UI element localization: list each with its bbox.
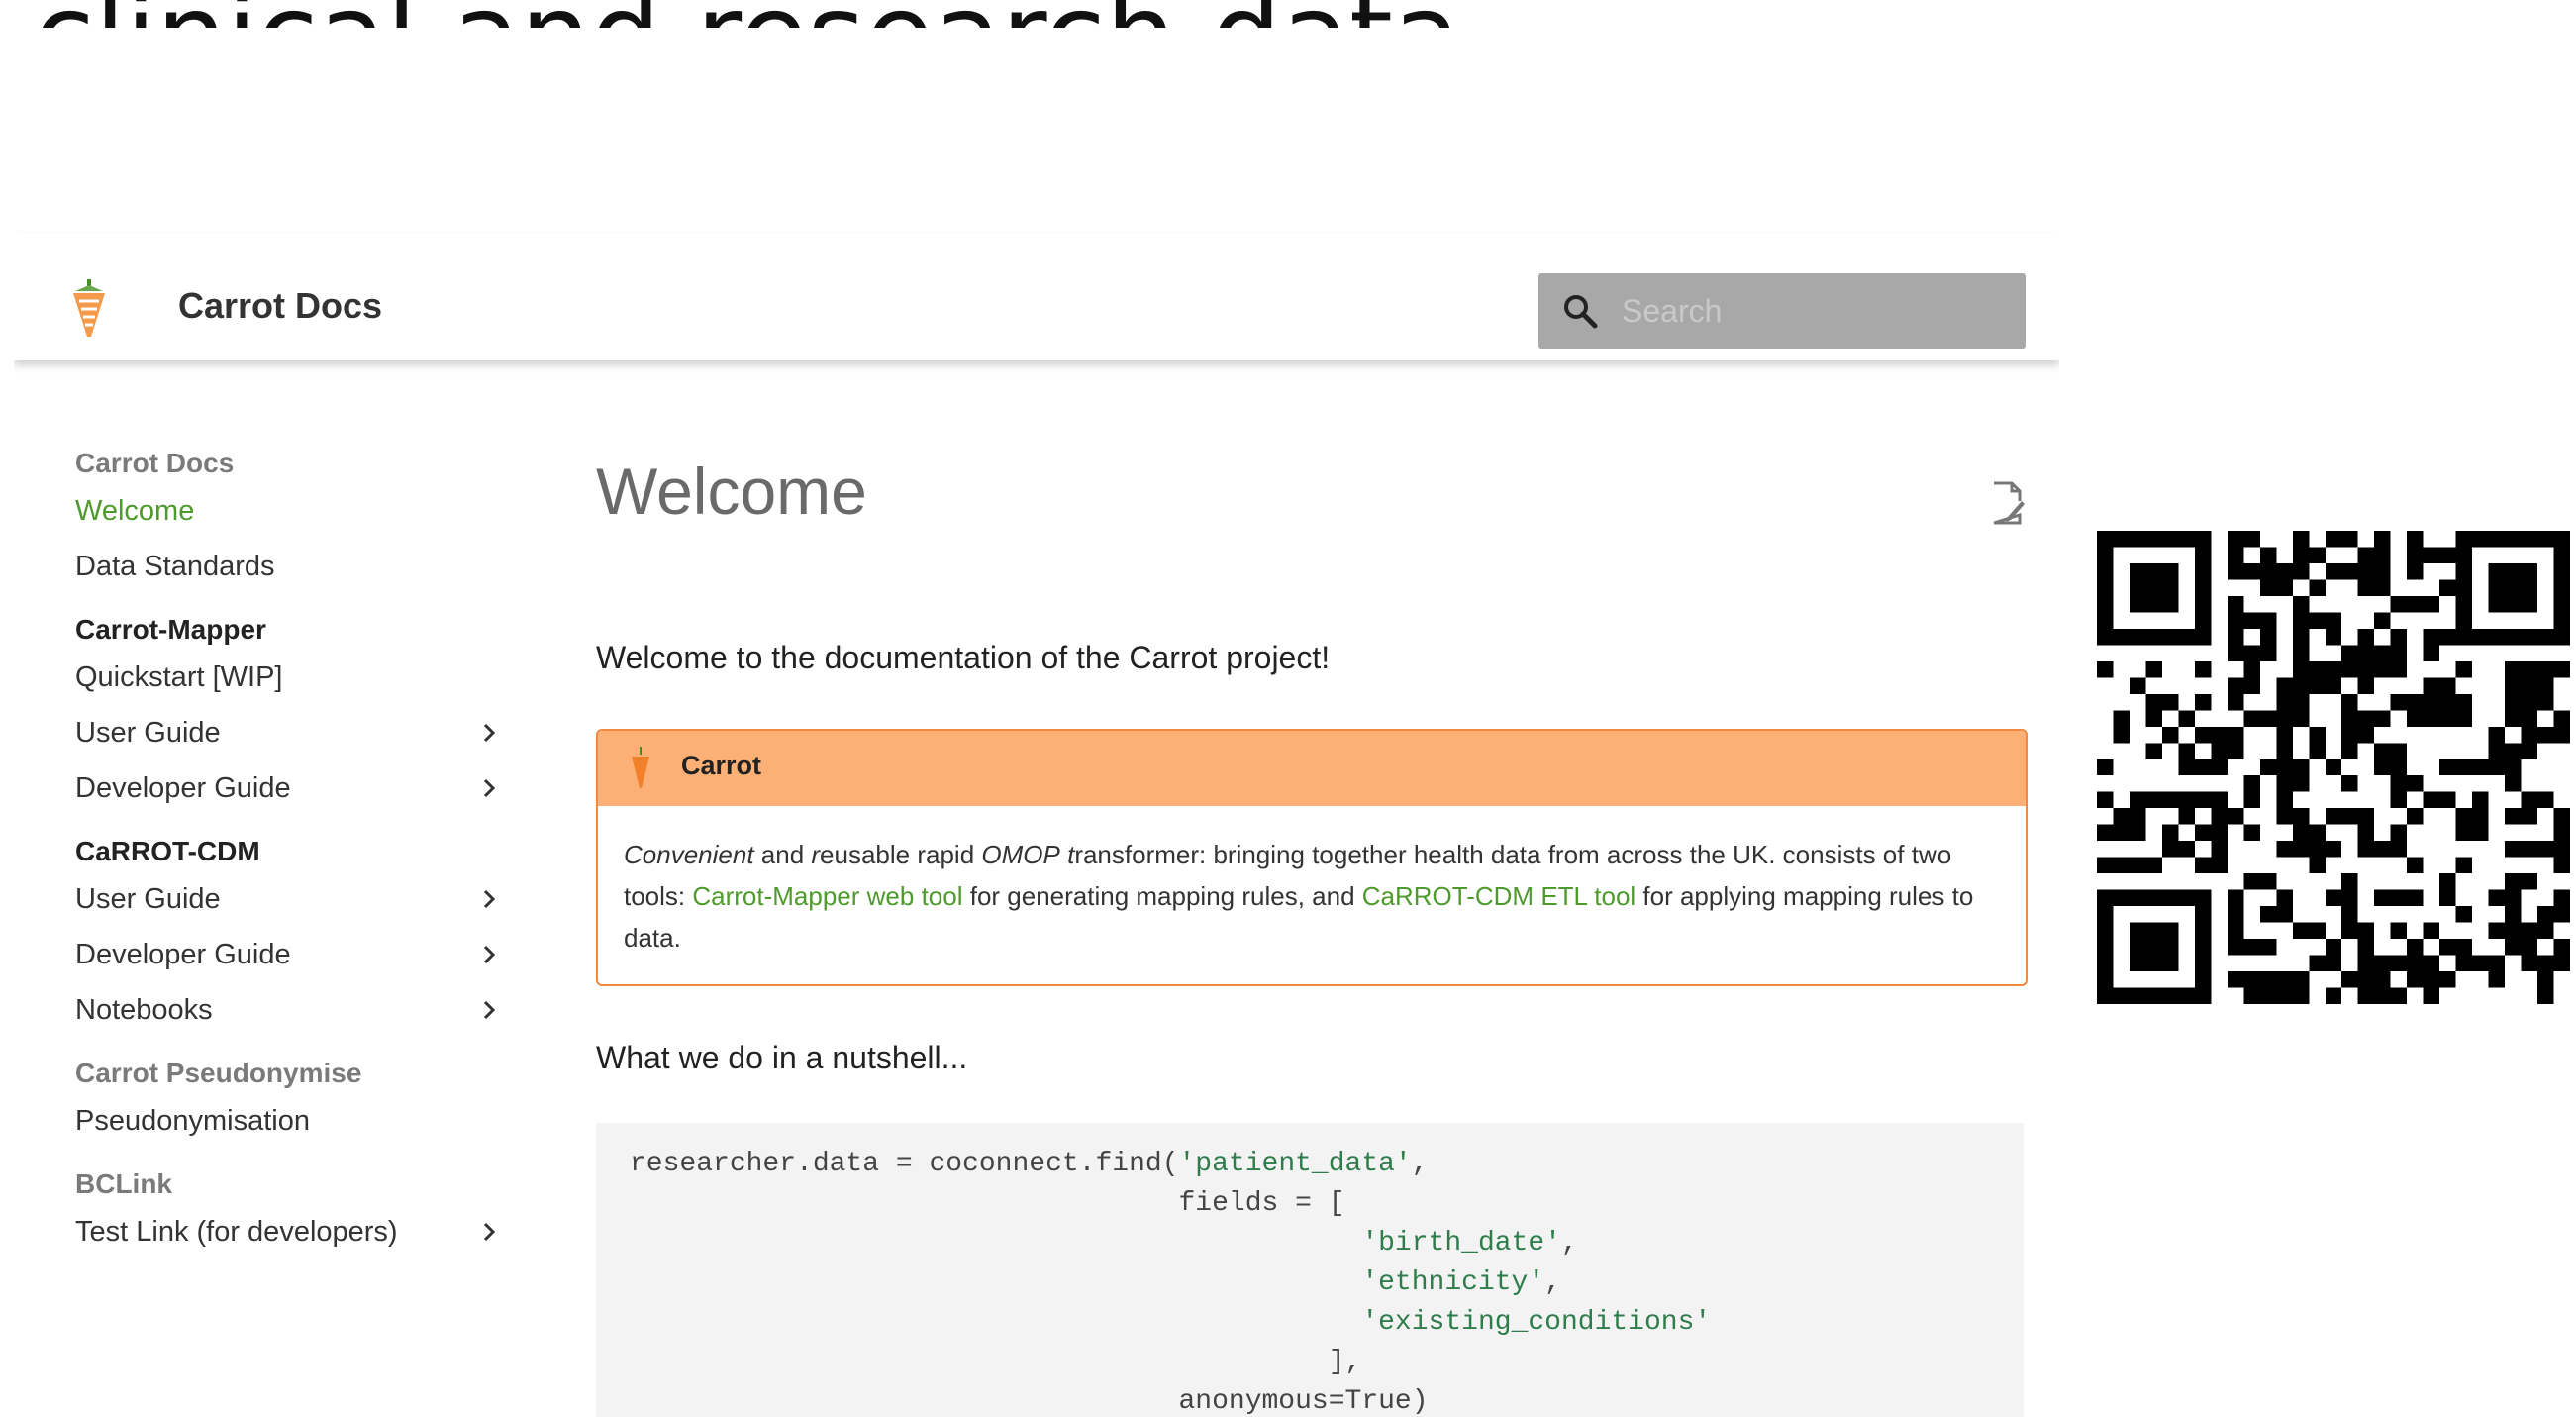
nutshell-heading: What we do in a nutshell... bbox=[596, 1040, 968, 1075]
admonition-text: for generating mapping rules, and bbox=[962, 881, 1362, 911]
sidebar-item[interactable]: Quickstart [WIP] bbox=[75, 650, 511, 705]
sidebar-item-label: Developer Guide bbox=[75, 939, 291, 970]
edit-page-icon[interactable] bbox=[1990, 479, 2026, 527]
chevron-right-icon[interactable] bbox=[479, 982, 499, 1038]
chevron-right-icon[interactable] bbox=[479, 871, 499, 927]
admonition-header: Carrot bbox=[598, 731, 2026, 806]
page-title: Welcome bbox=[596, 455, 867, 528]
sidebar-section-heading: BCLink bbox=[75, 1168, 172, 1199]
top-bar: Carrot Docs bbox=[14, 234, 2059, 360]
sidebar-item[interactable]: Notebooks bbox=[75, 982, 511, 1038]
sidebar-item[interactable]: User Guide bbox=[75, 705, 511, 760]
qr-code bbox=[2097, 531, 2570, 1004]
carrot-cdm-link[interactable]: CaRROT-CDM ETL tool bbox=[1362, 881, 1635, 911]
sidebar-item-label: User Guide bbox=[75, 717, 221, 749]
carrot-mapper-link[interactable]: Carrot-Mapper web tool bbox=[692, 881, 962, 911]
sidebar-item[interactable]: Data Standards bbox=[75, 539, 511, 594]
sidebar-section-heading: Carrot-Mapper bbox=[75, 614, 266, 645]
admonition-title: Carrot bbox=[681, 751, 762, 780]
code-text: researcher.data = coconnect.find('patien… bbox=[630, 1149, 1712, 1417]
sidebar-item-label: Welcome bbox=[75, 495, 195, 527]
sidebar-item-label: Developer Guide bbox=[75, 772, 291, 804]
sidebar: Carrot Docs Welcome Data Standards Carrot-M… bbox=[75, 444, 511, 1260]
sidebar-item[interactable]: Test Link (for developers) bbox=[75, 1204, 511, 1260]
carrot-icon[interactable] bbox=[69, 279, 109, 339]
chevron-right-icon[interactable] bbox=[479, 705, 499, 760]
chevron-right-icon[interactable] bbox=[479, 927, 499, 982]
sidebar-item-label: Test Link (for developers) bbox=[75, 1216, 398, 1248]
code-block: researcher.data = coconnect.find('patien… bbox=[596, 1123, 2024, 1417]
search-icon bbox=[1564, 295, 1598, 329]
sidebar-section-heading: CaRROT-CDM bbox=[75, 836, 260, 866]
admonition-box: Carrot Convenient and reusable rapid OMO… bbox=[596, 729, 2028, 986]
site-title[interactable]: Carrot Docs bbox=[178, 285, 382, 327]
sidebar-item-label: Pseudonymisation bbox=[75, 1105, 310, 1137]
sidebar-item[interactable]: Pseudonymisation bbox=[75, 1093, 511, 1149]
sidebar-item[interactable]: Developer Guide bbox=[75, 927, 511, 982]
sidebar-item-label: User Guide bbox=[75, 883, 221, 915]
carrot-icon bbox=[632, 747, 649, 788]
sidebar-item[interactable]: Welcome bbox=[75, 483, 511, 539]
chevron-right-icon[interactable] bbox=[479, 1204, 499, 1260]
intro-text: Welcome to the documentation of the Carr… bbox=[596, 640, 1331, 675]
sidebar-section-heading: Carrot Pseudonymise bbox=[75, 1058, 362, 1088]
sidebar-item[interactable]: Developer Guide bbox=[75, 760, 511, 816]
sidebar-item-label: Quickstart [WIP] bbox=[75, 661, 283, 693]
search-box[interactable] bbox=[1538, 273, 2026, 349]
sidebar-item-label: Notebooks bbox=[75, 994, 213, 1026]
search-input[interactable] bbox=[1622, 287, 1998, 335]
docs-screenshot: Carrot Docs Carrot Docs Welcome Data Stand… bbox=[14, 28, 2059, 1417]
sidebar-item-label: Data Standards bbox=[75, 551, 275, 582]
chevron-right-icon[interactable] bbox=[479, 760, 499, 816]
admonition-body: Convenient and reusable rapid OMOP trans… bbox=[624, 840, 1974, 953]
sidebar-section-heading: Carrot Docs bbox=[75, 448, 235, 478]
sidebar-item[interactable]: User Guide bbox=[75, 871, 511, 927]
